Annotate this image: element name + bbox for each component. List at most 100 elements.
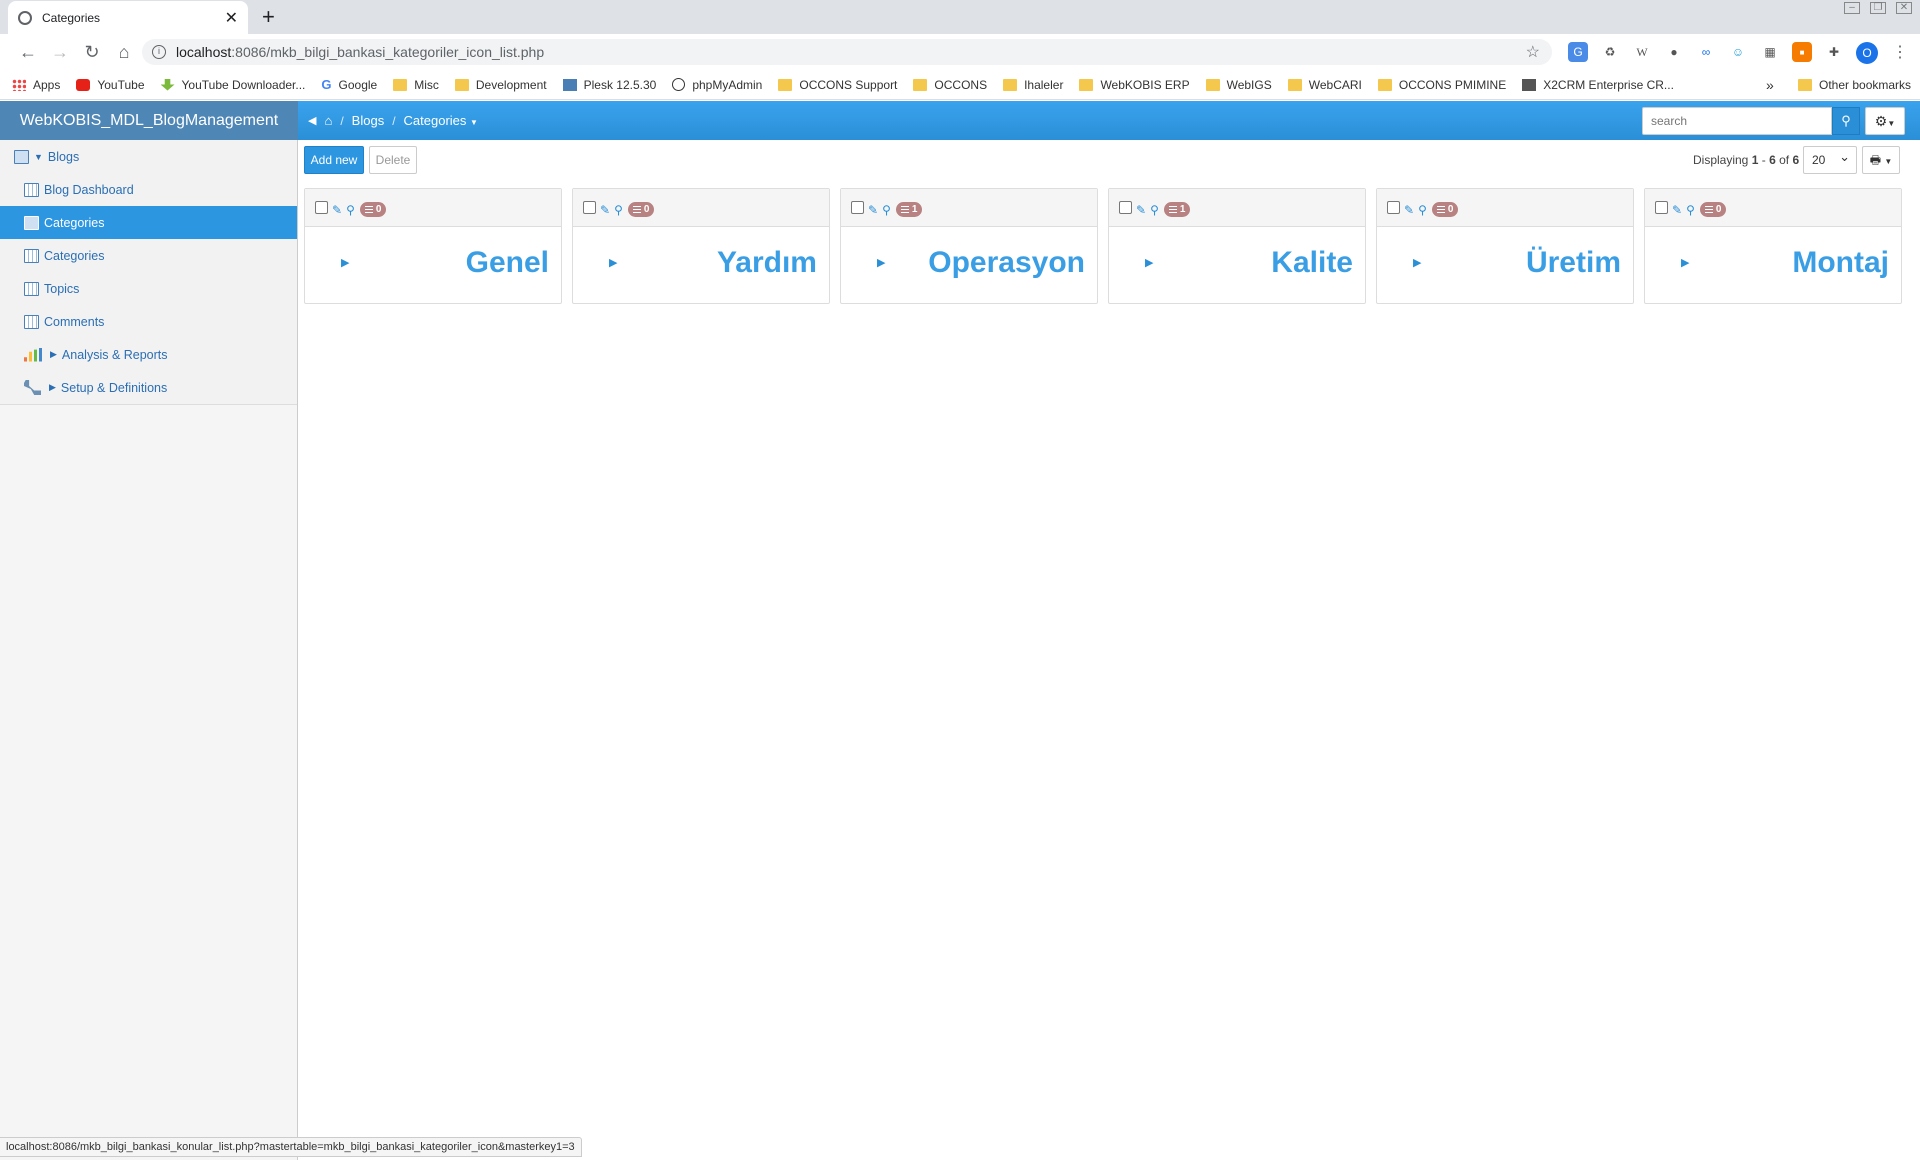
bookmark-webigs[interactable]: WebIGS — [1205, 78, 1272, 92]
close-tab-icon[interactable]: ✕ — [225, 8, 238, 28]
magnifier-icon[interactable]: ⚲ — [1150, 203, 1159, 217]
bookmark-star-icon[interactable]: ☆ — [1526, 42, 1540, 62]
close-window-icon[interactable]: ✕ — [1896, 2, 1912, 14]
settings-button[interactable]: ⚙▼ — [1865, 107, 1905, 135]
sidebar-group-blogs[interactable]: ▼ Blogs — [0, 140, 297, 173]
category-name[interactable]: Kalite — [1271, 246, 1353, 280]
page-size-select[interactable]: 20 — [1803, 144, 1857, 174]
browser-tab[interactable]: Categories ✕ — [8, 1, 248, 34]
bookmark-apps[interactable]: Apps — [12, 78, 60, 92]
category-name[interactable]: Üretim — [1526, 246, 1621, 280]
bookmark-plesk[interactable]: Plesk 12.5.30 — [562, 78, 656, 92]
bookmark-occons-support[interactable]: OCCONS Support — [778, 78, 897, 92]
pencil-icon[interactable]: ✎ — [600, 203, 610, 217]
tag-extension-icon[interactable]: ■ — [1792, 42, 1812, 62]
bookmark-webcari[interactable]: WebCARI — [1287, 78, 1362, 92]
sidebar-item-comments[interactable]: Comments — [0, 305, 297, 338]
topics-count-badge[interactable]: 0 — [1431, 202, 1459, 217]
new-tab-button[interactable]: + — [262, 4, 275, 30]
caret-right-icon[interactable]: ▶ — [877, 256, 885, 269]
sidebar-item-analysis-reports[interactable]: ▶ Analysis & Reports — [0, 338, 297, 371]
restore-icon[interactable]: ❐ — [1870, 2, 1886, 14]
bookmark-ihaleler[interactable]: Ihaleler — [1003, 78, 1063, 92]
bookmark-occons-pmimine[interactable]: OCCONS PMIMINE — [1377, 78, 1506, 92]
sidebar-item-setup-definitions[interactable]: ▶ Setup & Definitions — [0, 371, 297, 404]
category-name[interactable]: Yardım — [717, 246, 817, 280]
home-icon[interactable]: ⌂ — [324, 113, 332, 128]
pencil-icon[interactable]: ✎ — [868, 203, 878, 217]
magnifier-icon[interactable]: ⚲ — [1418, 203, 1427, 217]
bookmark-misc[interactable]: Misc — [393, 78, 439, 92]
pencil-icon[interactable]: ✎ — [332, 203, 342, 217]
profile-avatar[interactable]: O — [1856, 42, 1878, 64]
grid-extension-icon[interactable]: ▦ — [1760, 42, 1780, 62]
category-name[interactable]: Operasyon — [928, 246, 1085, 280]
minimize-icon[interactable]: – — [1844, 2, 1860, 14]
pencil-icon[interactable]: ✎ — [1136, 203, 1146, 217]
search-input[interactable] — [1642, 107, 1832, 135]
info-icon[interactable]: i — [152, 45, 166, 59]
bookmark-youtube-downloader[interactable]: YouTube Downloader... — [160, 78, 305, 92]
sidebar-item-categories-icon-list[interactable]: Categories — [0, 206, 297, 239]
pencil-icon[interactable]: ✎ — [1404, 203, 1414, 217]
category-name[interactable]: Montaj — [1792, 246, 1889, 280]
sidebar-item-blog-dashboard[interactable]: Blog Dashboard — [0, 173, 297, 206]
magnifier-icon[interactable]: ⚲ — [882, 203, 891, 217]
bookmark-development[interactable]: Development — [454, 78, 547, 92]
translate-extension-icon[interactable]: G — [1568, 42, 1588, 62]
select-checkbox[interactable] — [851, 201, 864, 214]
search-button[interactable]: ⚲ — [1832, 107, 1860, 135]
bookmark-google[interactable]: G Google — [321, 77, 377, 92]
bookmark-webkobis-erp[interactable]: WebKOBIS ERP — [1079, 78, 1190, 92]
address-url[interactable]: localhost:8086/mkb_bilgi_bankasi_kategor… — [176, 44, 1526, 60]
magnifier-icon[interactable]: ⚲ — [614, 203, 623, 217]
sidebar-item-topics[interactable]: Topics — [0, 272, 297, 305]
forward-icon[interactable]: → — [44, 42, 76, 63]
home-icon[interactable]: ⌂ — [108, 42, 140, 63]
wikipedia-extension-icon[interactable]: W — [1632, 42, 1652, 62]
caret-right-icon[interactable]: ▶ — [341, 256, 349, 269]
recycle-extension-icon[interactable]: ♻ — [1600, 42, 1620, 62]
back-icon[interactable]: ← — [12, 42, 44, 63]
topics-count-badge[interactable]: 1 — [1163, 202, 1191, 217]
bookmark-x2crm[interactable]: X2CRM Enterprise CR... — [1522, 78, 1674, 92]
select-checkbox[interactable] — [315, 201, 328, 214]
topics-count-badge[interactable]: 1 — [895, 202, 923, 217]
topics-count-badge[interactable]: 0 — [1699, 202, 1727, 217]
pin-extension-icon[interactable]: ● — [1664, 42, 1684, 62]
select-checkbox[interactable] — [1119, 201, 1132, 214]
address-bar[interactable]: i localhost:8086/mkb_bilgi_bankasi_kateg… — [142, 39, 1552, 65]
reload-icon[interactable]: ↻ — [76, 42, 108, 63]
breadcrumb-blogs[interactable]: Blogs — [352, 113, 385, 128]
magnifier-icon[interactable]: ⚲ — [346, 203, 355, 217]
puzzle-extensions-icon[interactable]: ✚ — [1824, 42, 1844, 62]
topics-count-badge[interactable]: 0 — [359, 202, 387, 217]
bookmark-phpmyadmin[interactable]: phpMyAdmin — [672, 78, 762, 92]
caret-right-icon[interactable]: ▶ — [1681, 256, 1689, 269]
collapse-sidebar-icon[interactable]: ◀ — [308, 114, 316, 127]
select-checkbox[interactable] — [583, 201, 596, 214]
bookmark-youtube[interactable]: YouTube — [76, 78, 145, 92]
category-name[interactable]: Genel — [466, 246, 549, 280]
app-brand[interactable]: WebKOBIS_MDL_BlogManagement — [0, 101, 298, 140]
more-bookmarks-icon[interactable]: » — [1766, 77, 1774, 93]
face-extension-icon[interactable]: ☺ — [1728, 42, 1748, 62]
x2crm-icon — [1522, 78, 1537, 91]
bookmark-occons[interactable]: OCCONS — [913, 78, 987, 92]
select-checkbox[interactable] — [1387, 201, 1400, 214]
other-bookmarks[interactable]: Other bookmarks — [1798, 78, 1911, 92]
caret-right-icon[interactable]: ▶ — [609, 256, 617, 269]
browser-menu-icon[interactable]: ⋮ — [1892, 42, 1908, 62]
sidebar-item-categories[interactable]: Categories — [0, 239, 297, 272]
magnifier-icon[interactable]: ⚲ — [1686, 203, 1695, 217]
pencil-icon[interactable]: ✎ — [1672, 203, 1682, 217]
topics-count-badge[interactable]: 0 — [627, 202, 655, 217]
delete-button[interactable]: Delete — [369, 146, 417, 174]
select-checkbox[interactable] — [1655, 201, 1668, 214]
caret-right-icon[interactable]: ▶ — [1145, 256, 1153, 269]
caret-right-icon[interactable]: ▶ — [1413, 256, 1421, 269]
add-new-button[interactable]: Add new — [304, 146, 364, 174]
breadcrumb-categories[interactable]: Categories ▼ — [404, 113, 478, 128]
print-button[interactable]: 🖶 ▼ — [1862, 146, 1900, 174]
link-extension-icon[interactable]: ∞ — [1696, 42, 1716, 62]
